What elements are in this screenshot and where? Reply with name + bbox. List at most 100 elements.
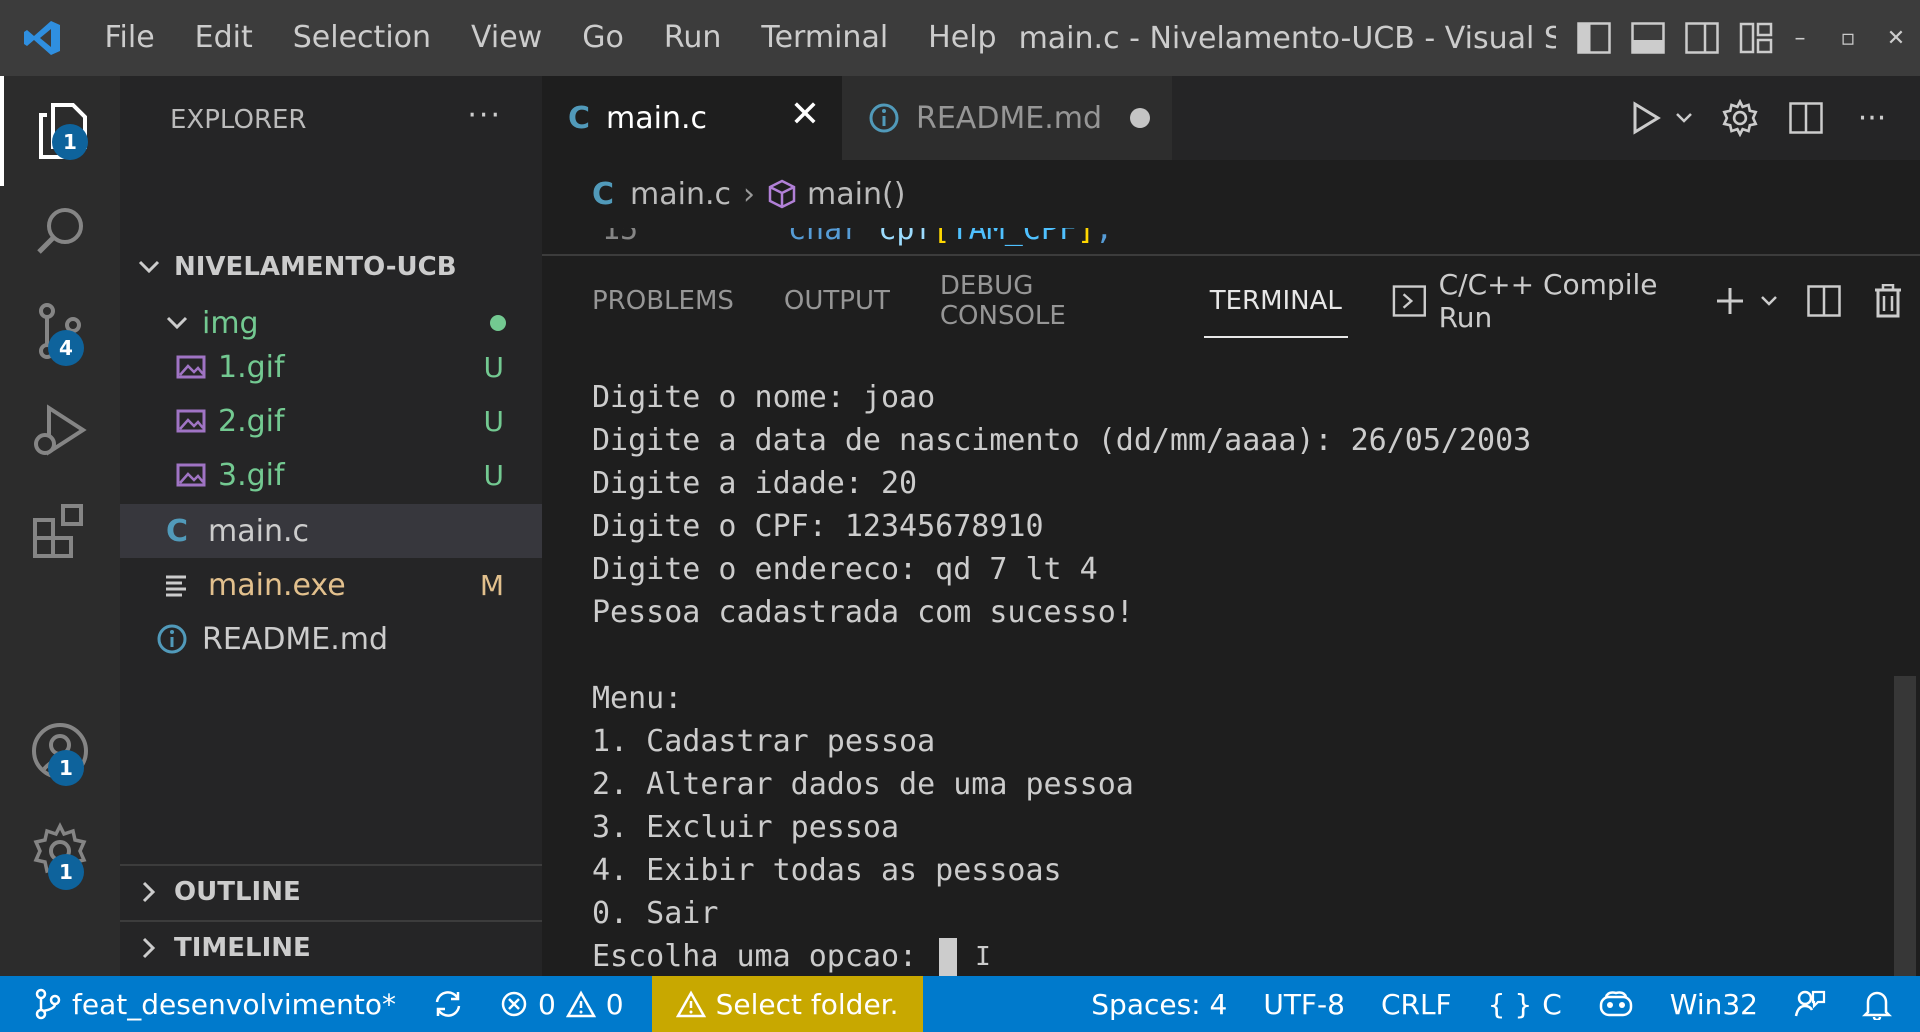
- notifications-status[interactable]: [1844, 976, 1920, 1032]
- platform-status[interactable]: Win32: [1652, 976, 1776, 1032]
- file-row-3-gif[interactable]: 3.gif U: [120, 448, 542, 502]
- terminal-scrollbar[interactable]: [1894, 676, 1916, 976]
- toggle-secondary-sidebar-icon[interactable]: [1682, 18, 1722, 58]
- project-folder-row[interactable]: NIVELAMENTO-UCB: [120, 240, 542, 294]
- c-file-icon: C: [165, 513, 189, 549]
- language-mode-status[interactable]: { } C: [1470, 976, 1580, 1032]
- unsaved-dot-icon[interactable]: [1130, 108, 1150, 128]
- braces-icon: { }: [1487, 987, 1533, 1021]
- terminal-line: 1. Cadastrar pessoa: [592, 724, 936, 759]
- menu-edit[interactable]: Edit: [175, 0, 273, 76]
- breadcrumb-file[interactable]: main.c: [630, 177, 731, 212]
- tab-terminal[interactable]: TERMINAL: [1203, 256, 1349, 346]
- vscode-window: File Edit Selection View Go Run Terminal…: [0, 0, 1920, 1032]
- close-icon[interactable]: ✕: [790, 94, 820, 135]
- new-terminal-plus-icon[interactable]: [1710, 281, 1750, 321]
- split-editor-icon[interactable]: [1786, 98, 1826, 138]
- accounts-activity[interactable]: 1: [0, 696, 120, 806]
- trash-icon[interactable]: [1868, 281, 1908, 321]
- sync-status[interactable]: [414, 976, 482, 1032]
- branch-status[interactable]: feat_desenvolvimento*: [0, 976, 414, 1032]
- search-activity[interactable]: [0, 176, 120, 286]
- menu-terminal[interactable]: Terminal: [741, 0, 908, 76]
- minimize-button[interactable]: –: [1776, 0, 1824, 76]
- more-actions-icon[interactable]: ···: [1852, 98, 1892, 138]
- c-file-icon: C: [592, 176, 615, 212]
- tab-readme[interactable]: README.md: [842, 76, 1172, 160]
- outline-section-header[interactable]: OUTLINE: [120, 864, 542, 918]
- search-icon: [37, 208, 83, 254]
- file-row-main-exe[interactable]: main.exe M: [120, 558, 542, 612]
- terminal-dropdown-chevron-down-icon[interactable]: [1758, 281, 1780, 321]
- file-row-readme[interactable]: README.md: [120, 612, 542, 666]
- editor-tab-bar: C main.c ✕ README.md ···: [542, 76, 1920, 160]
- terminal-line: Pessoa cadastrada com sucesso!: [592, 595, 1134, 630]
- title-bar: File Edit Selection View Go Run Terminal…: [0, 0, 1920, 76]
- menu-view[interactable]: View: [451, 0, 562, 76]
- code-line: char cpf[TAM_CPF];: [788, 228, 1113, 247]
- file-row-main-c[interactable]: C main.c: [120, 504, 542, 558]
- activity-bar: 1 4 1 1: [0, 76, 120, 976]
- terminal-selector[interactable]: C/C++ Compile Run: [1392, 268, 1710, 334]
- menu-run[interactable]: Run: [644, 0, 742, 76]
- warning-icon: [565, 990, 596, 1018]
- accounts-badge: 1: [48, 750, 84, 786]
- tab-debug-console[interactable]: DEBUG CONSOLE: [940, 256, 1160, 346]
- run-dropdown-chevron-down-icon[interactable]: [1674, 98, 1694, 138]
- tab-main-c[interactable]: C main.c ✕: [542, 76, 842, 160]
- restore-button[interactable]: ▫: [1824, 0, 1872, 76]
- menu-help[interactable]: Help: [908, 0, 1016, 76]
- info-icon: [157, 624, 187, 654]
- file-label: 1.gif: [218, 349, 285, 385]
- menu-file[interactable]: File: [84, 0, 174, 76]
- run-file-icon[interactable]: [1626, 98, 1666, 138]
- terminal-line: 0. Sair: [592, 896, 719, 931]
- problems-status[interactable]: 0 0: [482, 976, 642, 1032]
- run-debug-activity[interactable]: [0, 376, 120, 486]
- encoding-status[interactable]: UTF-8: [1245, 976, 1363, 1032]
- indentation-status[interactable]: Spaces: 4: [1073, 976, 1245, 1032]
- split-terminal-icon[interactable]: [1804, 281, 1844, 321]
- timeline-section-header[interactable]: TIMELINE: [120, 920, 542, 974]
- explorer-header: EXPLORER ···: [120, 76, 542, 164]
- tab-output[interactable]: OUTPUT: [784, 256, 890, 346]
- copilot-status[interactable]: [1580, 976, 1652, 1032]
- extensions-activity[interactable]: [0, 476, 120, 586]
- gear-icon[interactable]: [1720, 98, 1760, 138]
- toggle-primary-sidebar-icon[interactable]: [1574, 18, 1614, 58]
- explorer-activity[interactable]: 1: [0, 76, 120, 186]
- error-count: 0: [537, 987, 556, 1021]
- close-window-button[interactable]: ✕: [1872, 0, 1920, 76]
- source-control-activity[interactable]: 4: [0, 276, 120, 386]
- breadcrumb: C main.c › main(): [592, 160, 905, 228]
- tab-problems[interactable]: PROBLEMS: [592, 256, 734, 346]
- file-row-1-gif[interactable]: 1.gif U: [120, 340, 542, 394]
- timeline-label: TIMELINE: [174, 933, 311, 963]
- tab-label: README.md: [916, 100, 1103, 136]
- git-status-untracked: U: [483, 350, 505, 384]
- terminal-cursor[interactable]: [939, 937, 958, 978]
- chevron-right-icon: [142, 937, 156, 959]
- breadcrumb-symbol[interactable]: main(): [807, 177, 905, 212]
- image-file-icon: [176, 355, 206, 379]
- toggle-panel-icon[interactable]: [1628, 18, 1668, 58]
- explorer-more-actions-icon[interactable]: ···: [467, 98, 502, 133]
- git-status-modified: M: [479, 568, 504, 602]
- feedback-status[interactable]: [1776, 976, 1844, 1032]
- eol-status[interactable]: CRLF: [1363, 976, 1470, 1032]
- bottom-panel: PROBLEMS OUTPUT DEBUG CONSOLE TERMINAL C…: [542, 254, 1920, 978]
- file-row-2-gif[interactable]: 2.gif U: [120, 394, 542, 448]
- code-constant: TAM_CPF: [950, 228, 1077, 247]
- extensions-icon: [33, 504, 83, 558]
- code-bracket-open: [: [932, 228, 951, 247]
- customize-layout-icon[interactable]: [1736, 18, 1776, 58]
- menu-go[interactable]: Go: [562, 0, 644, 76]
- terminal-output[interactable]: Digite o nome: joao Digite a data de nas…: [592, 376, 1822, 978]
- manage-activity[interactable]: 1: [0, 796, 120, 906]
- menu-selection[interactable]: Selection: [273, 0, 451, 76]
- language-label: C: [1542, 987, 1562, 1021]
- branch-name: feat_desenvolvimento*: [72, 987, 396, 1021]
- select-folder-status[interactable]: Select folder.: [651, 976, 923, 1032]
- chevron-down-icon: [138, 260, 160, 274]
